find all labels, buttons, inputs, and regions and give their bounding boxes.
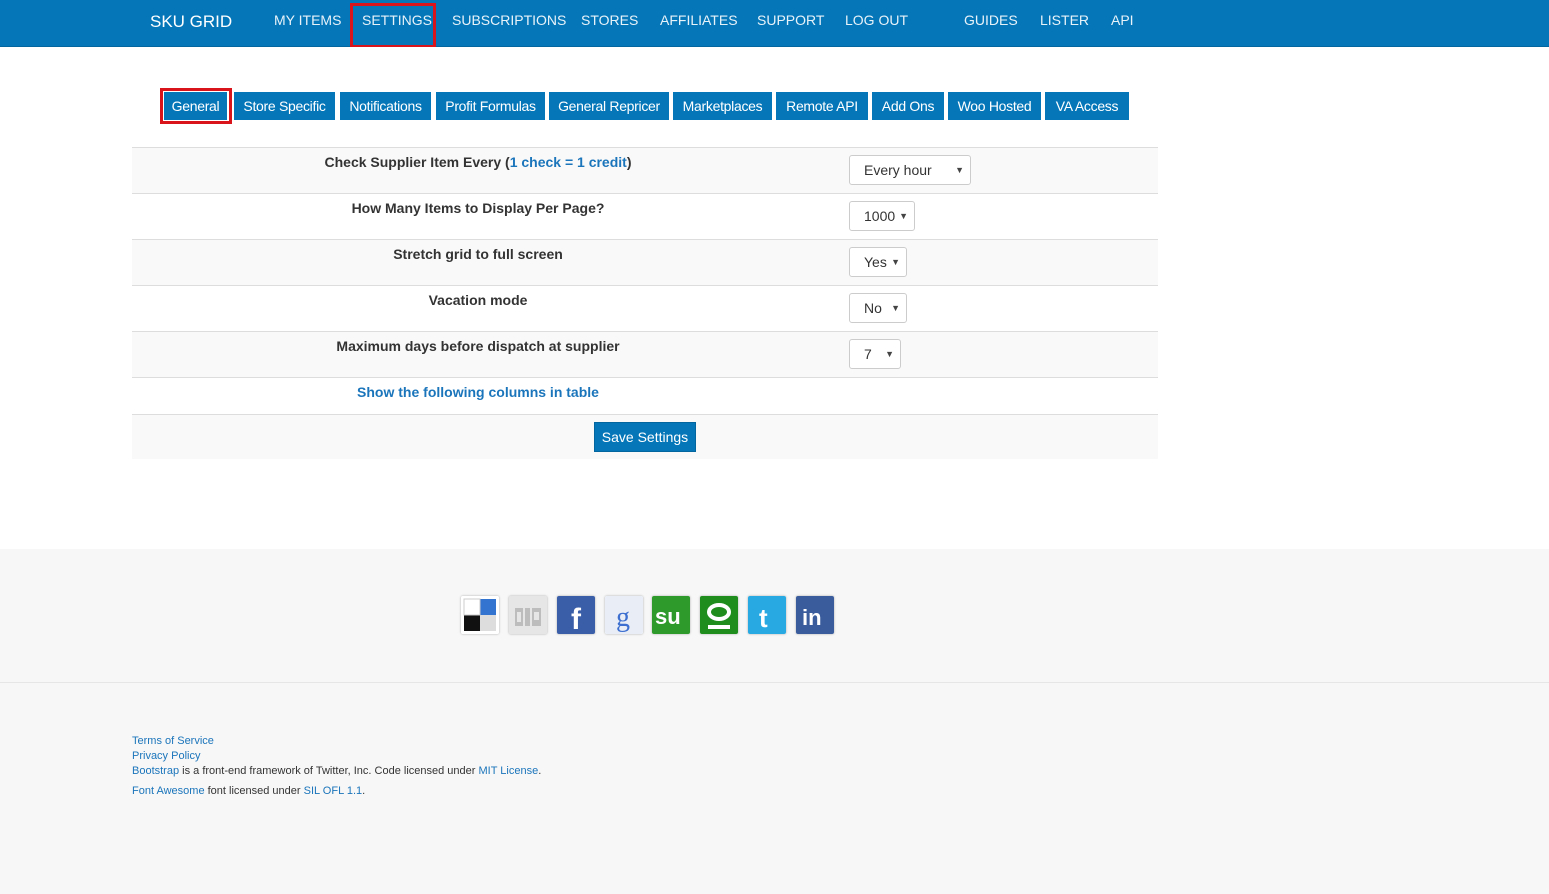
- svg-text:f: f: [571, 603, 582, 634]
- bootstrap-link[interactable]: Bootstrap: [132, 765, 179, 777]
- tab-remote-api[interactable]: Remote API: [776, 92, 868, 120]
- terms-link[interactable]: Terms of Service: [132, 735, 214, 747]
- save-row: Save Settings: [132, 414, 1158, 459]
- vacation-mode-select[interactable]: No ▼: [849, 293, 907, 323]
- svg-text:in: in: [802, 605, 822, 630]
- footer-terms: Terms of Service: [132, 735, 214, 747]
- technorati-icon[interactable]: [700, 596, 738, 634]
- footer-fontawesome-credit: Font Awesome font licensed under SIL OFL…: [132, 785, 366, 797]
- google-icon[interactable]: g: [605, 596, 643, 634]
- twitter-icon[interactable]: t: [748, 596, 786, 634]
- font-awesome-link[interactable]: Font Awesome: [132, 785, 205, 797]
- facebook-icon[interactable]: f: [557, 596, 595, 634]
- setting-label: Stretch grid to full screen: [393, 246, 563, 262]
- max-dispatch-days-select[interactable]: 7 ▼: [849, 339, 901, 369]
- svg-text:t: t: [759, 603, 768, 633]
- setting-row-check-frequency: Check Supplier Item Every (1 check = 1 c…: [132, 147, 1158, 193]
- nav-affiliates[interactable]: AFFILIATES: [660, 12, 738, 28]
- stretch-grid-select[interactable]: Yes ▼: [849, 247, 907, 277]
- setting-row-vacation-mode: Vacation mode No ▼: [132, 285, 1158, 331]
- chevron-down-icon: ▼: [891, 257, 900, 267]
- chevron-down-icon: ▼: [899, 211, 908, 221]
- nav-my-items[interactable]: MY ITEMS: [274, 12, 341, 28]
- nav-api[interactable]: API: [1111, 12, 1134, 28]
- check-frequency-select[interactable]: Every hour ▼: [849, 155, 971, 185]
- tab-va-access[interactable]: VA Access: [1045, 92, 1129, 120]
- privacy-link[interactable]: Privacy Policy: [132, 750, 200, 762]
- setting-label: Show the following columns in table: [132, 384, 824, 400]
- items-per-page-select[interactable]: 1000 ▼: [849, 201, 915, 231]
- nav-guides[interactable]: GUIDES: [964, 12, 1018, 28]
- setting-row-items-per-page: How Many Items to Display Per Page? 1000…: [132, 193, 1158, 239]
- setting-label: Maximum days before dispatch at supplier: [336, 338, 620, 354]
- sil-ofl-link[interactable]: SIL OFL 1.1: [304, 785, 363, 797]
- linkedin-icon[interactable]: in: [796, 596, 834, 634]
- digg-icon[interactable]: [509, 596, 547, 634]
- chevron-down-icon: ▼: [955, 165, 964, 175]
- brand-logo[interactable]: SKU GRID: [150, 12, 232, 32]
- general-tab-highlight-box: [160, 88, 232, 124]
- chevron-down-icon: ▼: [891, 303, 900, 313]
- tab-notifications[interactable]: Notifications: [340, 92, 431, 120]
- tab-woo-hosted[interactable]: Woo Hosted: [948, 92, 1041, 120]
- svg-text:g: g: [616, 602, 630, 633]
- settings-highlight-box: [350, 3, 436, 48]
- chevron-down-icon: ▼: [885, 349, 894, 359]
- setting-label: Check Supplier Item Every (1 check = 1 c…: [324, 154, 632, 170]
- nav-lister[interactable]: LISTER: [1040, 12, 1089, 28]
- tab-store-specific[interactable]: Store Specific: [234, 92, 335, 120]
- mit-license-link[interactable]: MIT License: [478, 765, 538, 777]
- tab-add-ons[interactable]: Add Ons: [872, 92, 944, 120]
- show-columns-link[interactable]: Show the following columns in table: [357, 384, 599, 400]
- stumbleupon-icon[interactable]: su: [652, 596, 690, 634]
- footer-privacy: Privacy Policy: [132, 750, 200, 762]
- nav-support[interactable]: SUPPORT: [757, 12, 824, 28]
- setting-label: Vacation mode: [428, 292, 528, 308]
- nav-subscriptions[interactable]: SUBSCRIPTIONS: [452, 12, 566, 28]
- delicious-icon[interactable]: [461, 596, 499, 634]
- credit-info-link[interactable]: 1 check = 1 credit: [510, 154, 627, 170]
- setting-row-stretch-grid: Stretch grid to full screen Yes ▼: [132, 239, 1158, 285]
- setting-label: How Many Items to Display Per Page?: [351, 200, 605, 216]
- footer-divider: [0, 682, 1549, 683]
- tab-marketplaces[interactable]: Marketplaces: [673, 92, 772, 120]
- top-navbar: SKU GRID MY ITEMS SETTINGS SUBSCRIPTIONS…: [0, 0, 1549, 47]
- svg-text:su: su: [655, 604, 681, 629]
- save-settings-button[interactable]: Save Settings: [594, 422, 696, 452]
- tab-profit-formulas[interactable]: Profit Formulas: [436, 92, 545, 120]
- footer-bootstrap-credit: Bootstrap is a front-end framework of Tw…: [132, 765, 542, 777]
- tab-general-repricer[interactable]: General Repricer: [549, 92, 669, 120]
- nav-log-out[interactable]: LOG OUT: [845, 12, 908, 28]
- setting-row-columns: Show the following columns in table: [132, 377, 1158, 414]
- setting-row-max-dispatch-days: Maximum days before dispatch at supplier…: [132, 331, 1158, 377]
- nav-stores[interactable]: STORES: [581, 12, 638, 28]
